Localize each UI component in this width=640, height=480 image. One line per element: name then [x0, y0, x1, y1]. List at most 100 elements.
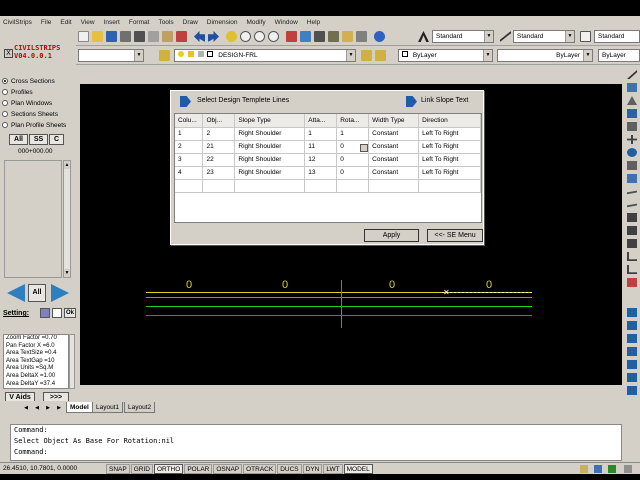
toolbar-lock-icon[interactable]: [594, 464, 602, 473]
se-menu-button[interactable]: <<- SE Menu: [427, 229, 483, 242]
cell[interactable]: Left To Right: [418, 140, 481, 154]
menu-tools[interactable]: Tools: [158, 19, 173, 26]
cell[interactable]: Right Shoulder: [234, 153, 306, 167]
option-sections-sheets[interactable]: Sections Sheets: [2, 109, 58, 119]
radio-icon[interactable]: [2, 89, 8, 95]
snap-toggle[interactable]: SNAP: [106, 463, 130, 474]
design-center-icon[interactable]: [300, 31, 311, 42]
offset-icon[interactable]: [627, 109, 637, 118]
chevron-down-icon[interactable]: ▼: [134, 50, 143, 61]
select-lines-button[interactable]: Select Design Templete Lines: [197, 97, 289, 104]
slope-grid[interactable]: Colu... Obj... Slope Type Atta... Rota..…: [174, 113, 482, 223]
design-line-green-1[interactable]: [146, 297, 532, 298]
apply-button[interactable]: Apply: [364, 229, 419, 242]
paste-icon[interactable]: [162, 31, 173, 42]
menu-dimension[interactable]: Dimension: [207, 19, 238, 26]
stretch-icon[interactable]: [627, 174, 637, 183]
cell[interactable]: Constant: [368, 127, 420, 141]
clean-screen-icon[interactable]: [624, 464, 632, 473]
menu-view[interactable]: View: [81, 19, 95, 26]
layer-walk-icon[interactable]: [627, 321, 637, 330]
tab-model[interactable]: Model: [66, 402, 93, 413]
erase-icon[interactable]: [627, 70, 637, 79]
layer-lock-icon[interactable]: [627, 373, 637, 382]
setting-checkbox[interactable]: [52, 308, 62, 318]
col-header-rotation[interactable]: Rota...: [336, 114, 370, 128]
print-icon[interactable]: [120, 31, 131, 42]
design-line-green-2[interactable]: [146, 306, 532, 307]
text-style-combo[interactable]: Standard ▼: [432, 30, 494, 43]
zoom-realtime-icon[interactable]: [240, 31, 251, 42]
last-tab-icon[interactable]: ▶: [55, 404, 63, 412]
join-icon[interactable]: [627, 239, 637, 248]
table-style-combo[interactable]: Standard: [594, 30, 640, 43]
chevron-down-icon[interactable]: ▼: [583, 50, 592, 61]
cell[interactable]: 21: [202, 140, 236, 154]
fillet-icon[interactable]: [627, 265, 637, 274]
chamfer-icon[interactable]: [627, 252, 637, 261]
linetype-combo[interactable]: ByLayer ▼: [497, 49, 593, 62]
option-plan-windows[interactable]: Plan Windows: [2, 98, 52, 108]
new-file-icon[interactable]: [78, 31, 89, 42]
cell[interactable]: Constant: [368, 153, 420, 167]
explode-icon[interactable]: [627, 278, 637, 287]
trim-icon[interactable]: [627, 190, 637, 195]
menu-help[interactable]: Help: [307, 19, 320, 26]
cell[interactable]: Constant: [368, 140, 420, 154]
layer-manager-icon[interactable]: [159, 50, 170, 61]
tab-layout1[interactable]: Layout1: [92, 402, 124, 413]
link-arrow-icon[interactable]: [406, 96, 417, 107]
communication-center-icon[interactable]: [580, 464, 588, 473]
rotate-icon[interactable]: [627, 148, 637, 157]
link-slope-text-button[interactable]: Link Slope Text: [421, 97, 468, 104]
col-header-width-type[interactable]: Width Type: [368, 114, 420, 128]
chevron-down-icon[interactable]: ▼: [484, 31, 493, 42]
cell[interactable]: Right Shoulder: [234, 166, 306, 180]
otrack-toggle[interactable]: OTRACK: [243, 463, 277, 474]
zoom-window-icon[interactable]: [254, 31, 265, 42]
grid-toggle[interactable]: GRID: [130, 463, 153, 474]
col-header-slope-type[interactable]: Slope Type: [234, 114, 306, 128]
cell[interactable]: Left To Right: [418, 127, 481, 141]
workspace-combo[interactable]: ▼: [78, 49, 144, 62]
design-line-red[interactable]: [146, 315, 532, 316]
menu-modify[interactable]: Modify: [247, 19, 266, 26]
scale-icon[interactable]: [627, 161, 637, 170]
tool-palettes-icon[interactable]: [314, 31, 325, 42]
break-icon[interactable]: [627, 226, 637, 235]
cell[interactable]: 2: [202, 127, 236, 141]
sheet-set-icon[interactable]: [328, 31, 339, 42]
layer-isolate-icon[interactable]: [627, 334, 637, 343]
array-icon[interactable]: [627, 122, 637, 131]
c-button[interactable]: C: [49, 134, 64, 145]
open-folder-icon[interactable]: [92, 31, 103, 42]
cell[interactable]: Left To Right: [418, 153, 481, 167]
layer-combo[interactable]: DESIGN-FRL ▼: [174, 49, 356, 62]
slope-label[interactable]: 0: [486, 279, 492, 291]
zoom-previous-icon[interactable]: [268, 31, 279, 42]
scroll-down-icon[interactable]: ▼: [64, 269, 70, 277]
pan-icon[interactable]: [226, 31, 237, 42]
nav-all-button[interactable]: All: [28, 284, 46, 302]
properties-icon[interactable]: [286, 31, 297, 42]
dyn-toggle[interactable]: DYN: [302, 463, 323, 474]
ortho-toggle[interactable]: ORTHO: [153, 463, 184, 474]
break-at-point-icon[interactable]: [627, 213, 637, 222]
setting-options-icon[interactable]: [40, 308, 50, 318]
slope-label[interactable]: 0: [282, 279, 288, 291]
cell[interactable]: 23: [202, 166, 236, 180]
cell[interactable]: 1: [175, 127, 204, 141]
cell[interactable]: 12: [304, 153, 338, 167]
chevron-down-icon[interactable]: ▼: [346, 50, 355, 61]
cell[interactable]: Constant: [368, 166, 420, 180]
ss-button[interactable]: SS: [29, 134, 48, 145]
table-row[interactable]: 4 23 Right Shoulder 13 0 Constant Left T…: [175, 166, 481, 180]
markup-icon[interactable]: [342, 31, 353, 42]
menu-insert[interactable]: Insert: [104, 19, 120, 26]
col-header-column[interactable]: Colu...: [175, 114, 204, 128]
layer-merge-icon[interactable]: [627, 386, 637, 395]
menu-edit[interactable]: Edit: [60, 19, 71, 26]
layer-previous-icon[interactable]: [375, 50, 386, 61]
radio-selected-icon[interactable]: [2, 78, 8, 84]
menu-format[interactable]: Format: [129, 19, 150, 26]
